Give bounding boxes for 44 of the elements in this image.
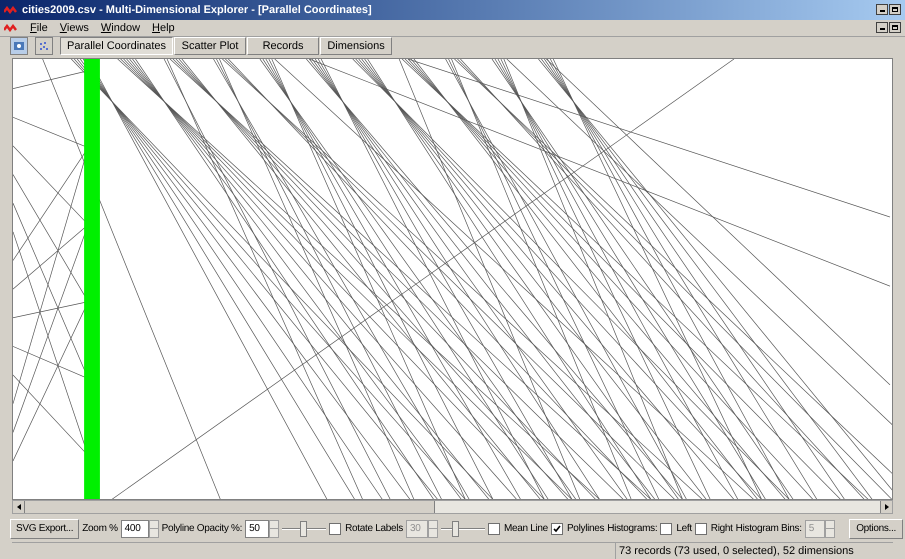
zoom-label: Zoom % bbox=[82, 522, 118, 536]
app-logo-icon bbox=[4, 24, 18, 32]
polylines-checkbox[interactable] bbox=[550, 522, 563, 535]
left-checkbox[interactable] bbox=[660, 522, 672, 535]
status-text: 73 records (73 used, 0 selected), 52 dimensions bbox=[618, 544, 855, 558]
scroll-right-icon[interactable] bbox=[884, 504, 888, 510]
slider[interactable] bbox=[282, 518, 326, 539]
menu-item[interactable]: Window bbox=[100, 20, 140, 36]
view-tab[interactable]: Scatter Plot bbox=[174, 37, 246, 56]
checkbox-label: Mean Line bbox=[504, 522, 548, 536]
checkbox-label: Left bbox=[676, 522, 692, 536]
window-title: cities2009.csv - Multi-Dimensional Explorer - [Parallel Coordinates] bbox=[22, 2, 372, 18]
view-tab[interactable]: Parallel Coordinates bbox=[60, 37, 174, 56]
menu-item[interactable]: Views bbox=[60, 20, 89, 36]
menu-item[interactable]: Help bbox=[152, 20, 175, 36]
horizontal-scrollbar[interactable] bbox=[12, 500, 893, 514]
rotate-labels-checkbox[interactable] bbox=[329, 522, 342, 535]
mean-line-checkbox[interactable] bbox=[488, 522, 500, 535]
minimize-button[interactable] bbox=[876, 22, 888, 34]
checkbox-label: Polylines bbox=[566, 522, 604, 536]
slider-thumb[interactable] bbox=[300, 520, 308, 537]
opacity-label: Polyline Opacity %: bbox=[162, 522, 242, 536]
view-tab[interactable]: Dimensions bbox=[320, 37, 392, 56]
zoom-input[interactable]: 400 bbox=[120, 520, 149, 538]
restore-button[interactable] bbox=[889, 4, 901, 16]
opacity-input[interactable]: 50 bbox=[245, 520, 270, 538]
slider-thumb[interactable] bbox=[452, 520, 460, 537]
menu-item[interactable]: File bbox=[30, 20, 48, 36]
scatter-view-icon[interactable] bbox=[35, 37, 53, 56]
restore-button[interactable] bbox=[889, 22, 901, 34]
minimize-button[interactable] bbox=[876, 4, 888, 16]
histograms-label: Histograms: bbox=[607, 522, 658, 536]
app-logo-icon bbox=[4, 6, 18, 14]
scroll-left-icon[interactable] bbox=[16, 504, 20, 510]
options-button[interactable]: Options... bbox=[849, 518, 903, 539]
right-checkbox[interactable] bbox=[694, 522, 707, 535]
parallel-view-icon[interactable] bbox=[10, 37, 28, 56]
checkbox-label: Rotate Labels bbox=[345, 522, 403, 536]
checkbox-label: Right bbox=[710, 522, 733, 536]
zoom-spinner[interactable] bbox=[148, 520, 159, 538]
svg-export-button[interactable]: SVG Export... bbox=[10, 518, 80, 539]
slider[interactable] bbox=[440, 518, 485, 539]
view-tab[interactable]: Records bbox=[247, 37, 320, 56]
bins-label: Histogram Bins: bbox=[736, 522, 802, 536]
